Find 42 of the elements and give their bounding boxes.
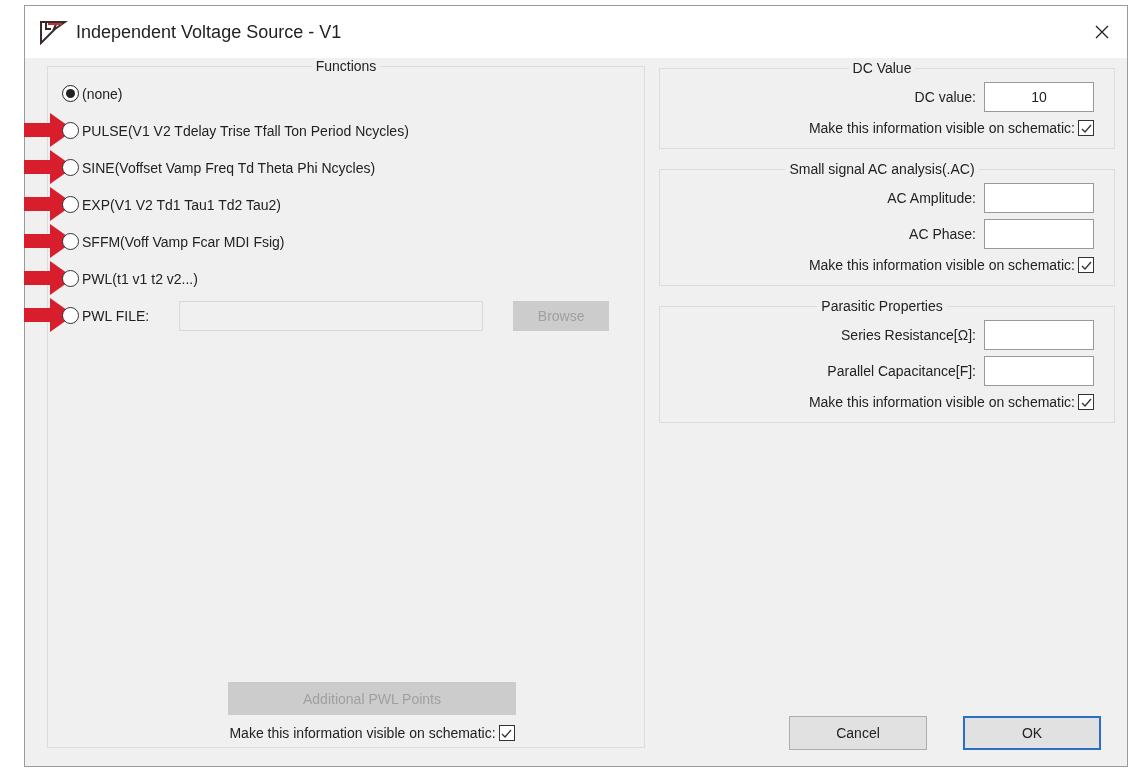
radio-button[interactable]	[62, 233, 79, 250]
input-field[interactable]	[984, 320, 1094, 350]
field-label: Parallel Capacitance[F]:	[827, 363, 976, 379]
group-title: Functions	[311, 58, 381, 74]
radio-button[interactable]	[62, 196, 79, 213]
group-title: Small signal AC analysis(.AC)	[785, 161, 979, 177]
field-label: DC value:	[914, 89, 976, 105]
window-title: Independent Voltage Source - V1	[76, 21, 343, 43]
checkbox[interactable]	[1078, 120, 1094, 136]
group-title: Parasitic Properties	[817, 298, 947, 314]
checkbox-label: Make this information visible on schematic:	[808, 257, 1075, 273]
close-icon	[1095, 25, 1109, 39]
radio-label: SFFM(Voff Vamp Fcar MDI Fsig)	[82, 233, 285, 250]
cancel-button[interactable]: Cancel	[789, 716, 927, 750]
app-logo-icon	[38, 19, 68, 45]
checkbox[interactable]	[1078, 257, 1094, 273]
input-field[interactable]: 10	[984, 82, 1094, 112]
checkbox-label: Make this information visible on schematic:	[808, 120, 1075, 136]
ok-button[interactable]: OK	[963, 716, 1101, 750]
radio-button[interactable]	[62, 159, 79, 176]
checkbox-label: Make this information visible on schematic:	[808, 394, 1075, 410]
radio-button[interactable]	[62, 122, 79, 139]
checkbox-label: Make this information visible on schematic:	[229, 725, 496, 741]
radio-label: PWL(t1 v1 t2 v2...)	[82, 270, 198, 287]
input-field[interactable]	[984, 183, 1094, 213]
radio-label: (none)	[82, 85, 123, 102]
group-title: DC Value	[848, 60, 916, 76]
checkbox[interactable]	[1078, 394, 1094, 410]
field-label: Series Resistance[Ω]:	[841, 327, 976, 343]
radio-label: PULSE(V1 V2 Tdelay Trise Tfall Ton Period Ncycles)	[82, 122, 409, 139]
radio-button[interactable]	[62, 307, 79, 324]
file-path-field[interactable]	[179, 300, 484, 331]
radio-label: EXP(V1 V2 Td1 Tau1 Td2 Tau2)	[82, 196, 281, 213]
field-label: AC Phase:	[909, 226, 976, 242]
radio-button[interactable]	[62, 85, 79, 102]
input-field[interactable]	[984, 356, 1094, 386]
field-label: AC Amplitude:	[887, 190, 976, 206]
checkbox[interactable]	[498, 725, 515, 741]
input-field[interactable]	[984, 219, 1094, 249]
radio-label: PWL FILE:	[82, 307, 150, 324]
radio-button[interactable]	[62, 270, 79, 287]
radio-label: SINE(Voffset Vamp Freq Td Theta Phi Ncycles)	[82, 159, 376, 176]
